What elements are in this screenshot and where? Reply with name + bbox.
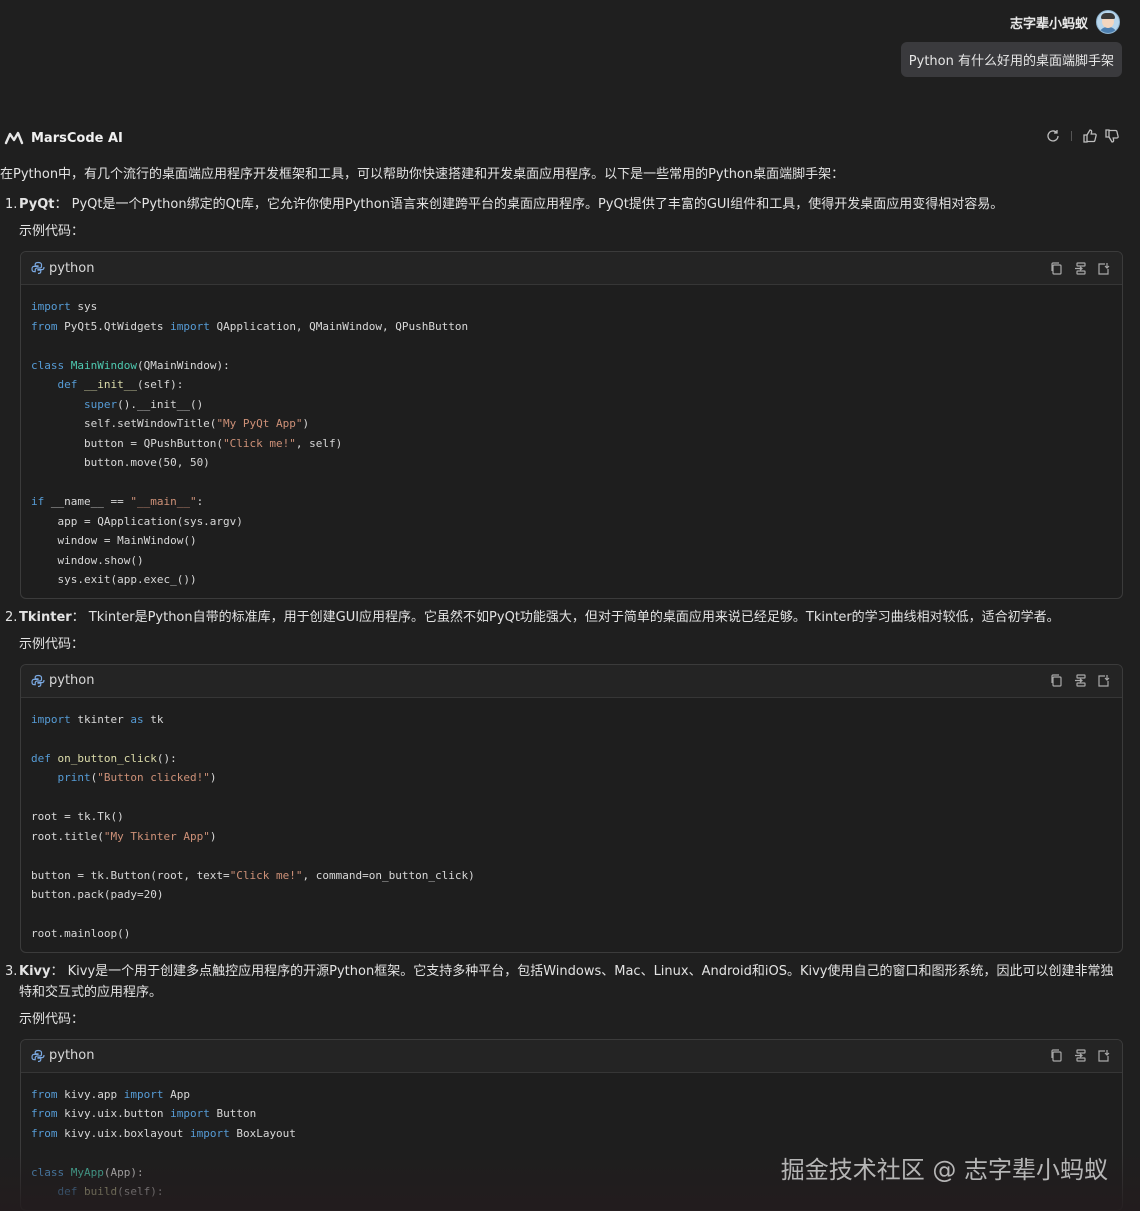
copy-icon[interactable] xyxy=(1049,261,1064,276)
code-line: class MyApp(App): xyxy=(31,1165,144,1179)
code-language: python xyxy=(31,1048,94,1063)
code-line: super().__init__() xyxy=(83,397,204,411)
code-tools xyxy=(1049,673,1112,688)
code-header: python xyxy=(21,664,1122,698)
code-line: app = QApplication(sys.argv) xyxy=(31,514,243,528)
language-label: python xyxy=(49,1048,95,1063)
intro-text: 在Python中，有几个流行的桌面端应用程序开发框架和工具，可以帮助你快速搭建和… xyxy=(0,167,845,182)
code-line: root.mainloop() xyxy=(31,927,131,940)
code-line: class MainWindow(QMainWindow): xyxy=(31,358,230,372)
item-title: Kivy xyxy=(19,963,51,979)
code-line: print("Button clicked!") xyxy=(57,771,217,784)
item-title: PyQt xyxy=(19,197,55,212)
python-icon xyxy=(31,674,45,687)
code-header: python xyxy=(21,252,1122,285)
language-label: python xyxy=(49,260,95,276)
item-title: Tkinter xyxy=(19,609,72,625)
code-line: button.move(50, 50) xyxy=(31,456,210,469)
watermark: 掘金技术社区 @ 志字辈小蚂蚁 xyxy=(780,1156,1108,1184)
code-line: def on_button_click(): xyxy=(31,751,177,765)
copy-icon[interactable] xyxy=(1049,673,1064,688)
code-line: import tkinter as tk xyxy=(31,712,164,726)
code-tools xyxy=(1049,1048,1112,1063)
apply-icon[interactable] xyxy=(1097,1048,1112,1063)
code-line: from kivy.uix.boxlayout import BoxLayout xyxy=(31,1126,296,1140)
item-description: ： PyQt是一个Python绑定的Qt库，它允许你使用Python语言来创建跨… xyxy=(54,197,1004,212)
copy-icon[interactable] xyxy=(1049,1048,1064,1063)
code-block-pyqt: python import sys from PyQt5.QtWidgets i… xyxy=(20,251,1123,599)
list-item-tkinter: 2. Tkinter： Tkinter是Python自带的标准库，用于创建GUI… xyxy=(0,607,1124,628)
code-line: button = QPushButton("Click me!", self) xyxy=(31,436,343,450)
code-line: if __name__ == "__main__": xyxy=(31,495,204,508)
thumbs-down-icon[interactable] xyxy=(1104,128,1120,144)
list-number: 2. xyxy=(5,609,18,625)
code-line: sys.exit(app.exec_()) xyxy=(31,573,197,586)
code-line: def __init__(self): xyxy=(57,378,184,391)
code-line: root = tk.Tk() xyxy=(31,810,124,823)
marscode-logo-icon xyxy=(4,131,24,145)
code-line: button = tk.Button(root, text="Click me!… xyxy=(31,868,475,882)
code-line: window.show() xyxy=(31,553,144,567)
ai-response: 在Python中，有几个流行的桌面端应用程序开发框架和工具，可以帮助你快速搭建和… xyxy=(0,165,1124,1211)
code-header: python xyxy=(21,1039,1122,1073)
list-item-pyqt: 1. PyQt： PyQt是一个Python绑定的Qt库，它允许你使用Pytho… xyxy=(0,194,1124,215)
code-line: from kivy.app import App xyxy=(31,1087,190,1101)
example-label: 示例代码： xyxy=(19,1011,85,1027)
ai-actions xyxy=(1045,128,1120,144)
insert-icon[interactable] xyxy=(1073,673,1088,688)
code-line: root.title("My Tkinter App") xyxy=(31,829,217,843)
code-line: from kivy.uix.button import Button xyxy=(31,1107,257,1120)
code-line: import sys xyxy=(31,300,98,313)
code-language: python xyxy=(31,261,94,276)
code-content: import sys from PyQt5.QtWidgets import Q… xyxy=(21,285,1122,598)
ai-name: MarsCode AI xyxy=(31,130,123,146)
code-line: button.pack(pady=20) xyxy=(31,888,164,901)
code-line: def build(self): xyxy=(57,1185,164,1198)
code-line: window = MainWindow() xyxy=(31,534,197,547)
user-name: 志字辈小蚂蚁 xyxy=(1009,16,1088,32)
python-icon xyxy=(31,1049,45,1062)
code-line: from PyQt5.QtWidgets import QApplication… xyxy=(31,319,469,333)
example-label: 示例代码： xyxy=(19,636,85,652)
thumbs-up-icon[interactable] xyxy=(1082,128,1098,144)
code-line: self.setWindowTitle("My PyQt App") xyxy=(31,417,310,430)
apply-icon[interactable] xyxy=(1097,261,1112,276)
item-description: ： Tkinter是Python自带的标准库，用于创建GUI应用程序。它虽然不如… xyxy=(71,609,1060,625)
code-content: import tkinter as tk def on_button_click… xyxy=(21,698,1122,952)
code-language: python xyxy=(31,673,94,688)
insert-icon[interactable] xyxy=(1073,261,1088,276)
code-tools xyxy=(1049,261,1112,276)
list-item-kivy: 3. Kivy： Kivy是一个用于创建多点触控应用程序的开源Python框架。… xyxy=(0,961,1124,1003)
language-label: python xyxy=(49,673,95,688)
code-content: from kivy.app import App from kivy.uix.b… xyxy=(21,1073,1122,1210)
user-avatar xyxy=(1096,10,1120,34)
code-block-tkinter: python import tkinter as tk def on_butto… xyxy=(20,663,1123,953)
example-label: 示例代码： xyxy=(19,224,85,239)
apply-icon[interactable] xyxy=(1097,673,1112,688)
ai-header: MarsCode AI xyxy=(4,128,123,148)
item-description: ： Kivy是一个用于创建多点触控应用程序的开源Python框架。它支持多种平台… xyxy=(19,963,1114,1000)
python-icon xyxy=(31,261,45,275)
insert-icon[interactable] xyxy=(1073,1048,1088,1063)
user-header: 志字辈小蚂蚁 xyxy=(1010,10,1120,34)
user-question-bubble: Python 有什么好用的桌面端脚手架 xyxy=(900,42,1122,77)
actions-divider xyxy=(1071,131,1072,141)
list-number: 3. xyxy=(5,963,18,979)
list-number: 1. xyxy=(5,197,18,212)
refresh-icon[interactable] xyxy=(1045,128,1061,144)
